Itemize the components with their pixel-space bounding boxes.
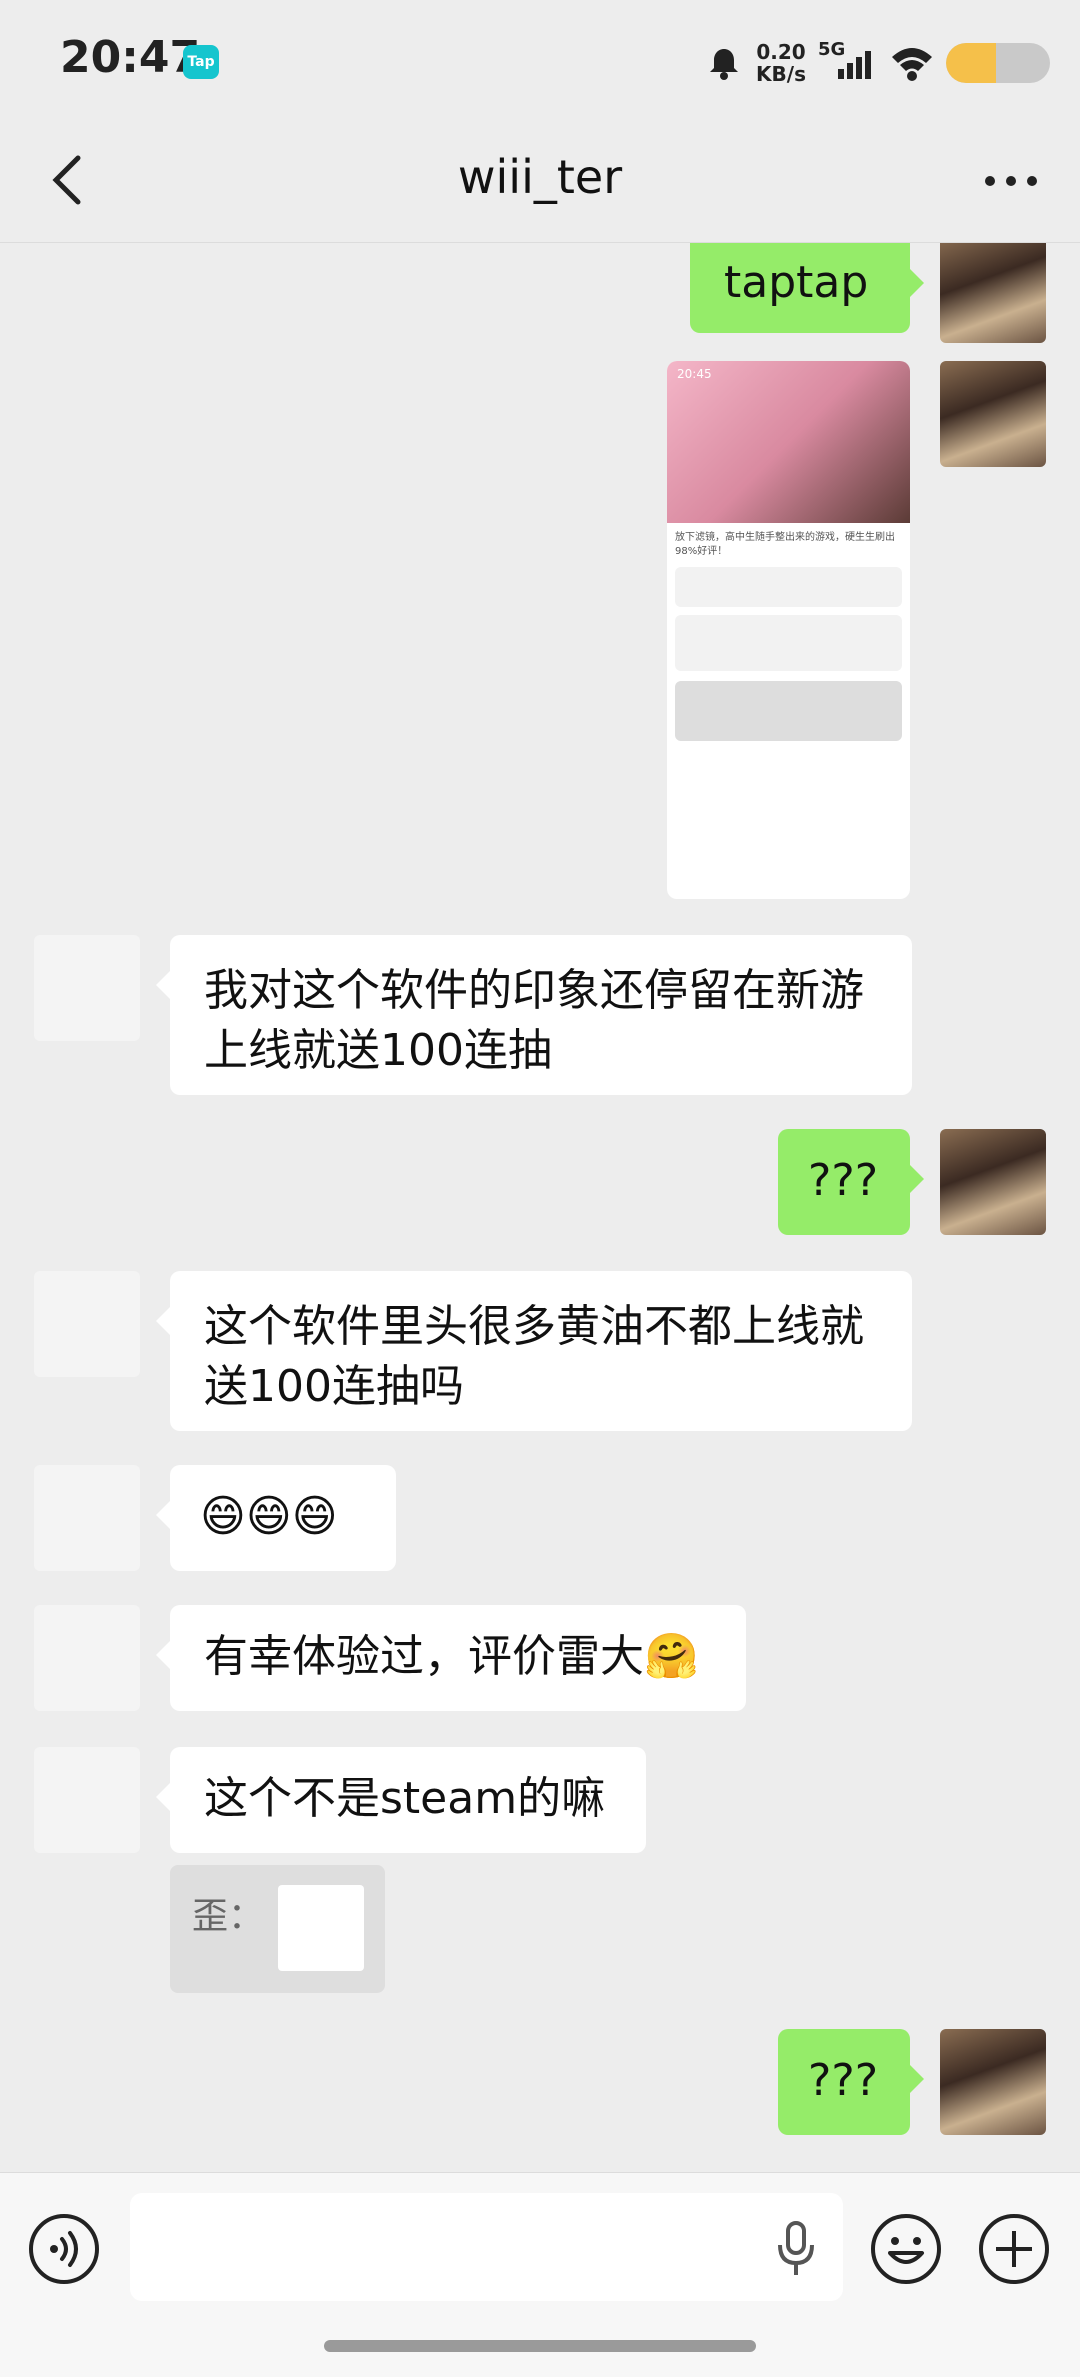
quote-sender: 歪： (192, 1896, 265, 1937)
contact-avatar[interactable] (34, 1747, 140, 1853)
quote-thumbnail (278, 1885, 364, 1971)
network-speed: 0.20 KB/s (756, 40, 806, 86)
self-avatar[interactable] (940, 243, 1046, 343)
message-list[interactable]: taptap 20:45 放下滤镜，高中生随手整出来的游戏，硬生生刷出98%好评… (0, 243, 1080, 2173)
quoted-reply[interactable]: 歪： (170, 1865, 385, 1993)
add-attachment-icon[interactable] (978, 2213, 1050, 2285)
alarm-icon (710, 49, 739, 80)
wifi-icon (892, 48, 932, 81)
image-banner: 20:45 (667, 361, 910, 523)
voice-input-icon[interactable] (28, 2213, 100, 2285)
status-bar: 20:47 Tap 0.20 KB/s 5G (0, 0, 1080, 120)
emoji-icon[interactable] (870, 2213, 942, 2285)
message-bubble-self[interactable]: ??? (778, 1129, 924, 1235)
status-right: 0.20 KB/s 5G (704, 38, 1050, 88)
message-bubble-other[interactable]: 有幸体验过，评价雷大🤗 (156, 1605, 746, 1711)
contact-avatar[interactable] (34, 1271, 140, 1377)
message-bubble-self[interactable]: taptap (690, 243, 924, 333)
self-avatar[interactable] (940, 1129, 1046, 1235)
self-avatar[interactable] (940, 2029, 1046, 2135)
microphone-icon[interactable] (773, 2221, 819, 2277)
message-bubble-other[interactable]: 我对这个软件的印象还停留在新游上线就送100连抽 (156, 935, 912, 1095)
clock: 20:47 (60, 32, 201, 83)
message-bubble-other[interactable]: 这个不是steam的嘛 (156, 1747, 646, 1853)
message-bubble-other[interactable]: 😄😄😄 (156, 1465, 396, 1571)
battery-icon (946, 43, 1050, 83)
message-input[interactable] (130, 2193, 843, 2301)
chat-title: wiii_ter (457, 150, 623, 204)
signal-icon: 5G (818, 39, 878, 83)
taptap-notification-icon: Tap (183, 45, 219, 79)
message-bubble-other[interactable]: 这个软件里头很多黄油不都上线就送100连抽吗 (156, 1271, 912, 1431)
shared-image[interactable]: 20:45 放下滤镜，高中生随手整出来的游戏，硬生生刷出98%好评！ (667, 361, 910, 899)
message-bubble-self[interactable]: ??? (778, 2029, 924, 2135)
contact-avatar[interactable] (34, 1465, 140, 1571)
home-indicator[interactable] (324, 2340, 756, 2352)
contact-avatar[interactable] (34, 1605, 140, 1711)
more-options-icon[interactable] (976, 156, 1046, 206)
self-avatar[interactable] (940, 361, 1046, 467)
contact-avatar[interactable] (34, 935, 140, 1041)
chat-header: wiii_ter (0, 120, 1080, 243)
image-body: 放下滤镜，高中生随手整出来的游戏，硬生生刷出98%好评！ (667, 523, 910, 749)
